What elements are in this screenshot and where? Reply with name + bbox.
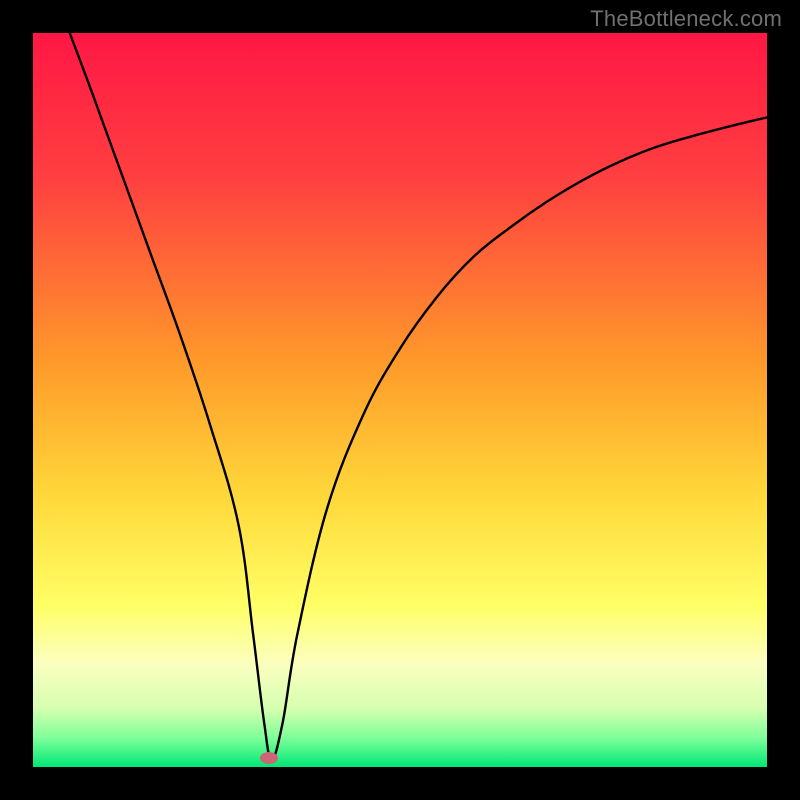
- plot-area: [33, 33, 767, 767]
- watermark-text: TheBottleneck.com: [590, 6, 782, 32]
- bottleneck-curve: [33, 33, 767, 767]
- chart-frame: TheBottleneck.com: [0, 0, 800, 800]
- optimal-point-marker: [260, 752, 278, 764]
